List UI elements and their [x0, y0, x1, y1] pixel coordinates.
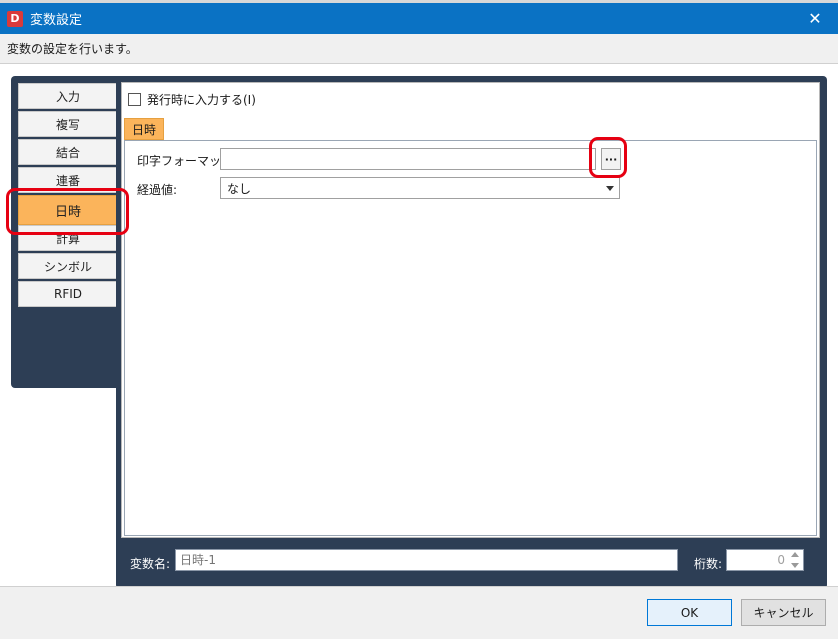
- var-name-input[interactable]: [175, 549, 678, 571]
- ellipsis-icon: ···: [604, 152, 618, 166]
- print-format-browse-button[interactable]: ···: [601, 148, 621, 170]
- nav-item-join[interactable]: 結合: [18, 139, 118, 165]
- tab-datetime[interactable]: 日時: [124, 118, 164, 140]
- input-on-issue-row[interactable]: 発行時に入力する(I): [128, 91, 256, 108]
- description-bar: 変数の設定を行います。: [0, 34, 838, 64]
- content-area: 入力 複写 結合 連番 日時 計算 シンボル RFID 発行時に入力する(I) …: [0, 64, 838, 589]
- settings-panel: 発行時に入力する(I) 日時 印字フォーマット: ··· 経過値: なし: [121, 82, 820, 538]
- variable-type-nav: 入力 複写 結合 連番 日時 計算 シンボル RFID: [11, 76, 121, 388]
- nav-item-serial[interactable]: 連番: [18, 167, 118, 193]
- close-button[interactable]: ✕: [792, 3, 838, 34]
- input-on-issue-checkbox[interactable]: [128, 93, 141, 106]
- nav-item-label: 連番: [55, 173, 80, 188]
- nav-item-label: 結合: [55, 145, 80, 160]
- digits-stepper[interactable]: 0: [726, 549, 804, 571]
- datetime-tab-body: 印字フォーマット: ··· 経過値: なし: [124, 140, 817, 536]
- window-title: 変数設定: [30, 13, 83, 28]
- digits-label: 桁数:: [694, 557, 723, 571]
- nav-item-label: シンボル: [43, 259, 92, 274]
- app-logo-icon: D: [7, 10, 23, 27]
- chevron-down-icon: [606, 186, 614, 191]
- nav-item-label: RFID: [53, 287, 83, 301]
- spin-up-icon[interactable]: [791, 552, 799, 557]
- tab-label: 日時: [131, 122, 156, 137]
- nav-item-calc[interactable]: 計算: [18, 225, 118, 251]
- description-text: 変数の設定を行います。: [7, 42, 138, 56]
- nav-item-label: 日時: [54, 204, 81, 220]
- digits-spinner: [790, 552, 800, 568]
- nav-item-rfid[interactable]: RFID: [18, 281, 118, 307]
- cancel-button-label: キャンセル: [753, 606, 814, 620]
- print-format-input[interactable]: [220, 148, 596, 170]
- nav-item-symbol[interactable]: シンボル: [18, 253, 118, 279]
- input-on-issue-label: 発行時に入力する(I): [147, 93, 256, 107]
- ok-button-label: OK: [680, 605, 699, 620]
- elapsed-selected-value: なし: [227, 181, 252, 196]
- var-name-label: 変数名:: [130, 557, 171, 571]
- dialog-footer: OK キャンセル: [0, 586, 838, 639]
- cancel-button[interactable]: キャンセル: [741, 599, 826, 626]
- spin-down-icon[interactable]: [791, 563, 799, 568]
- nav-item-label: 複写: [55, 117, 80, 132]
- ok-button[interactable]: OK: [647, 599, 732, 626]
- title-bar: D 変数設定 ✕: [0, 3, 838, 34]
- nav-item-input[interactable]: 入力: [18, 83, 118, 109]
- variable-name-row: 変数名: 桁数: 0: [116, 546, 827, 576]
- nav-item-datetime[interactable]: 日時: [18, 195, 118, 225]
- digits-value: 0: [777, 553, 785, 567]
- nav-item-copy[interactable]: 複写: [18, 111, 118, 137]
- nav-item-label: 計算: [55, 231, 80, 246]
- close-icon: ✕: [808, 9, 822, 28]
- nav-item-label: 入力: [55, 89, 80, 104]
- elapsed-select[interactable]: なし: [220, 177, 620, 199]
- elapsed-label: 経過値:: [137, 183, 178, 197]
